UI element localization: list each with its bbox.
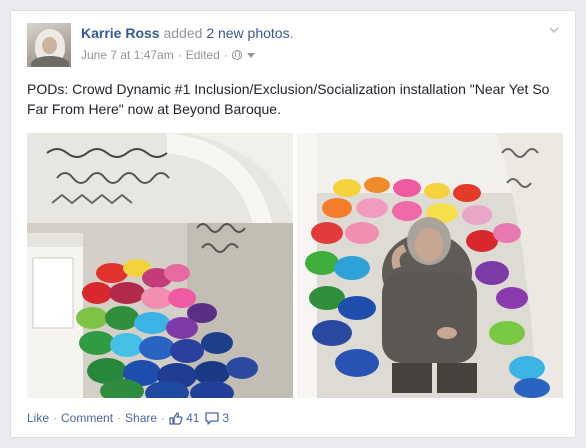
actions-separator-2: ·: [117, 411, 122, 425]
meta-separator: ·: [177, 48, 182, 62]
post-date[interactable]: June 7 at 1:47am: [81, 48, 174, 62]
share-button[interactable]: Share: [125, 411, 157, 425]
photos-link[interactable]: 2 new photos: [206, 25, 289, 41]
comment-button[interactable]: Comment: [61, 411, 113, 425]
globe-icon[interactable]: [231, 50, 242, 60]
photo-artist-with-installation[interactable]: [297, 133, 563, 398]
actions-separator-3: ·: [161, 411, 166, 425]
likes-count[interactable]: 41: [186, 411, 199, 425]
comments-count[interactable]: 3: [222, 411, 229, 425]
chevron-down-icon[interactable]: [549, 25, 559, 35]
meta-separator-2: ·: [223, 48, 228, 62]
action-text: added: [163, 25, 203, 41]
like-button[interactable]: Like: [27, 411, 49, 425]
actions-separator-1: ·: [53, 411, 58, 425]
thumbs-up-icon[interactable]: [169, 411, 183, 425]
avatar-face: [42, 37, 57, 54]
post-actions: Like · Comment · Share · 41 3: [27, 411, 235, 425]
audience-caret-icon[interactable]: [246, 52, 255, 58]
speech-bubble-icon[interactable]: [205, 411, 220, 425]
action-suffix: .: [289, 25, 294, 41]
author-name[interactable]: Karrie Ross: [81, 25, 160, 41]
post-meta: June 7 at 1:47am · Edited ·: [81, 48, 255, 62]
post-card: Karrie Ross added 2 new photos. June 7 a…: [10, 10, 576, 438]
post-header: Karrie Ross added 2 new photos.: [81, 25, 294, 41]
post-text: PODs: Crowd Dynamic #1 Inclusion/Exclusi…: [27, 81, 550, 117]
edited-label[interactable]: Edited: [186, 48, 220, 62]
avatar-shoulders: [31, 56, 69, 67]
photo-installation-stairs[interactable]: [27, 133, 293, 398]
avatar[interactable]: [27, 23, 71, 67]
